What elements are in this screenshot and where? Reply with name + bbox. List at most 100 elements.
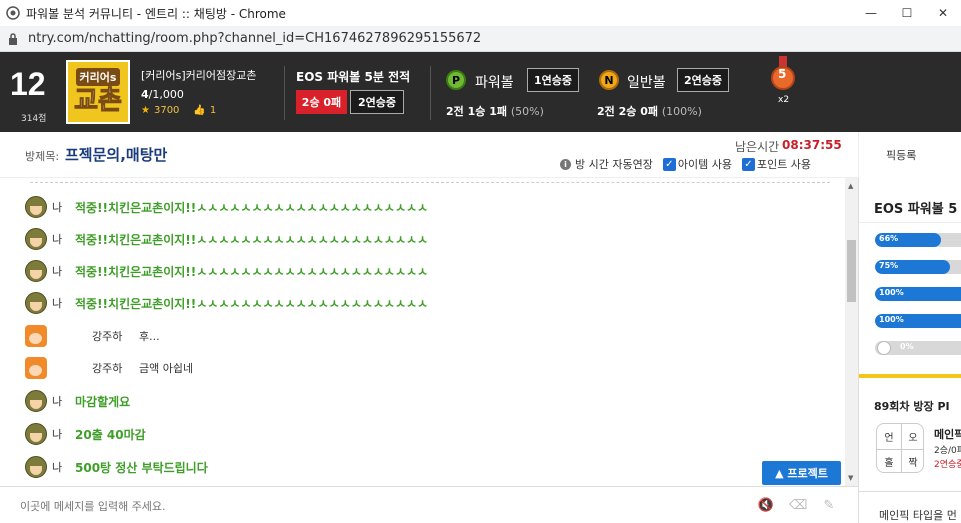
lock-icon <box>9 32 17 45</box>
maximize-icon[interactable]: ☐ <box>889 0 925 26</box>
progress-label: 100% <box>879 315 904 324</box>
scroll-down-icon[interactable]: ▼ <box>848 474 853 482</box>
minimize-icon[interactable]: — <box>853 0 889 26</box>
room-stats: ★ 3700 👍 1 <box>141 105 216 116</box>
eraser-icon[interactable]: ⌫ <box>789 498 807 514</box>
level-number: 12 <box>10 66 46 102</box>
message-author[interactable]: 강주하 <box>47 360 139 376</box>
user-avatar[interactable] <box>25 390 47 412</box>
thumbs-up-icon: 👍 <box>193 105 206 116</box>
room-info-bar: 방제목: 프젝문의,매탕만 남은시간 08:37:55 i 방 시간 자동연장 … <box>0 132 858 178</box>
window-title: 파워볼 분석 커뮤니티 - 엔트리 :: 채팅방 - Chrome <box>26 6 286 21</box>
divider <box>859 491 961 492</box>
powerball-name: 파워볼 <box>475 75 514 91</box>
progress-label: 66% <box>879 234 899 243</box>
chat-message: 나 적중!!치킨은교촌이지!!ㅅㅅㅅㅅㅅㅅㅅㅅㅅㅅㅅㅅㅅㅅㅅㅅㅅㅅㅅㅅㅅ <box>25 196 428 218</box>
normalball-pct: (100%) <box>661 105 702 118</box>
user-avatar[interactable] <box>25 325 47 347</box>
chat-message: 강주하 후... <box>25 325 160 347</box>
point-use-checkbox[interactable]: ✓ <box>741 157 755 171</box>
chat-message: 나 마감할게요 <box>25 390 130 412</box>
normalball-record: 2전 2승 0패 (100%) <box>597 103 702 119</box>
user-avatar[interactable] <box>25 357 47 379</box>
powerball-record-text: 2전 1승 1패 <box>446 105 507 118</box>
likes-count: 1 <box>209 105 217 116</box>
close-icon[interactable]: ✕ <box>925 0 961 26</box>
point-use-label[interactable]: 포인트 사용 <box>757 156 811 172</box>
room-name: 프젝문의,매탕만 <box>65 146 168 164</box>
chat-scrollbar[interactable]: ▲ ▼ <box>845 178 858 486</box>
message-text: 적중!!치킨은교촌이지!!ㅅㅅㅅㅅㅅㅅㅅㅅㅅㅅㅅㅅㅅㅅㅅㅅㅅㅅㅅㅅㅅ <box>75 200 429 215</box>
chat-message: 나 적중!!치킨은교촌이지!!ㅅㅅㅅㅅㅅㅅㅅㅅㅅㅅㅅㅅㅅㅅㅅㅅㅅㅅㅅㅅㅅ <box>25 292 428 314</box>
progress-label: 0% <box>900 342 914 351</box>
project-button[interactable]: ▲ 프로젝트 <box>762 461 841 485</box>
normalball-coin-icon: N <box>599 70 619 90</box>
room-options: i 방 시간 자동연장 ✓ 아이템 사용 ✓ 포인트 사용 <box>560 156 811 172</box>
chat-input-bar: 🔇 ⌫ ✎ <box>0 486 858 523</box>
user-avatar[interactable] <box>25 228 47 250</box>
chat-input[interactable] <box>20 496 620 516</box>
chat-messages: 나 적중!!치킨은교촌이지!!ㅅㅅㅅㅅㅅㅅㅅㅅㅅㅅㅅㅅㅅㅅㅅㅅㅅㅅㅅㅅㅅ 나 적… <box>0 178 845 486</box>
window-titlebar: 파워볼 분석 커뮤니티 - 엔트리 :: 채팅방 - Chrome — ☐ ✕ <box>0 0 961 26</box>
chat-message: 나 20출 40마감 <box>25 423 146 445</box>
normalball-record-text: 2전 2승 0패 <box>597 105 658 118</box>
user-avatar[interactable] <box>25 423 47 445</box>
powerball-pct: (50%) <box>510 105 544 118</box>
room-owner[interactable]: [커리어s]커리어점장교촌 <box>141 67 257 83</box>
message-author[interactable]: 강주하 <box>47 328 139 344</box>
level-points: 314점 <box>21 114 47 124</box>
message-author: 나 <box>52 297 63 310</box>
eos-record-title: EOS 파워볼 5분 전적 <box>296 70 411 84</box>
medal-multiplier: x2 <box>778 95 790 105</box>
pick-register-button[interactable]: 픽등록 <box>858 132 961 178</box>
scroll-up-icon[interactable]: ▲ <box>848 182 853 190</box>
divider <box>901 424 902 472</box>
message-author: 나 <box>52 201 63 214</box>
room-name-label: 방제목: <box>25 150 60 163</box>
message-author: 나 <box>52 265 63 278</box>
user-avatar[interactable] <box>25 196 47 218</box>
divider <box>859 222 961 223</box>
message-text: 500탕 정산 부탁드립니다 <box>75 460 208 475</box>
panel-title: EOS 파워볼 5 <box>874 202 958 217</box>
magic-wand-icon[interactable]: ✎ <box>820 498 838 514</box>
main-pick-type-note: 메인픽 타입을 먼 <box>879 509 957 522</box>
message-text: 금액 아쉽네 <box>139 362 194 375</box>
remaining-time-label: 남은시간 <box>735 140 780 154</box>
chat-message: 나 500탕 정산 부탁드립니다 <box>25 456 208 478</box>
auto-extend-option[interactable]: 방 시간 자동연장 <box>575 156 653 172</box>
logo-top-text: 커리어s <box>75 68 121 86</box>
star-icon: ★ <box>141 105 150 116</box>
medal-number: 5 <box>778 67 787 81</box>
address-bar[interactable]: ntry.com/nchatting/room.php?channel_id=C… <box>0 26 961 52</box>
progress-bar: 100% <box>875 287 961 301</box>
main-pick-record: 2승/0패 <box>934 446 961 456</box>
divider <box>30 182 830 183</box>
members-total: /1,000 <box>148 88 184 101</box>
item-use-label[interactable]: 아이템 사용 <box>678 156 732 172</box>
pick-panel: EOS 파워볼 5 66% 75% 100% 100% 0% 89회차 방장 P… <box>858 178 961 523</box>
window-controls: — ☐ ✕ <box>853 0 961 26</box>
remaining-time: 08:37:55 <box>782 138 842 152</box>
logo-main-text: 교촌 <box>74 86 123 117</box>
pick-cell[interactable]: 오 <box>901 424 923 449</box>
message-author: 나 <box>52 428 63 441</box>
scrollbar-thumb[interactable] <box>847 240 856 302</box>
mute-icon[interactable]: 🔇 <box>757 498 775 514</box>
owner-logo: 커리어s 교촌 <box>66 60 130 124</box>
pick-cell[interactable]: 언 <box>877 424 901 449</box>
eos-streak-badge: 2연승중 <box>350 90 404 114</box>
eos-record-badge: 2승 0패 <box>296 90 347 114</box>
url-text[interactable]: ntry.com/nchatting/room.php?channel_id=C… <box>28 31 481 46</box>
user-avatar[interactable] <box>25 456 47 478</box>
user-avatar[interactable] <box>25 292 47 314</box>
user-avatar[interactable] <box>25 260 47 282</box>
chat-message: 나 적중!!치킨은교촌이지!!ㅅㅅㅅㅅㅅㅅㅅㅅㅅㅅㅅㅅㅅㅅㅅㅅㅅㅅㅅㅅㅅ <box>25 228 428 250</box>
progress-label: 100% <box>879 288 904 297</box>
normalball-name: 일반볼 <box>627 75 666 91</box>
pick-cell[interactable]: 짝 <box>901 449 923 472</box>
message-text: 후... <box>139 330 160 343</box>
pick-cell[interactable]: 홀 <box>877 449 901 472</box>
member-count: 4/1,000 <box>141 88 184 101</box>
item-use-checkbox[interactable]: ✓ <box>662 157 676 171</box>
